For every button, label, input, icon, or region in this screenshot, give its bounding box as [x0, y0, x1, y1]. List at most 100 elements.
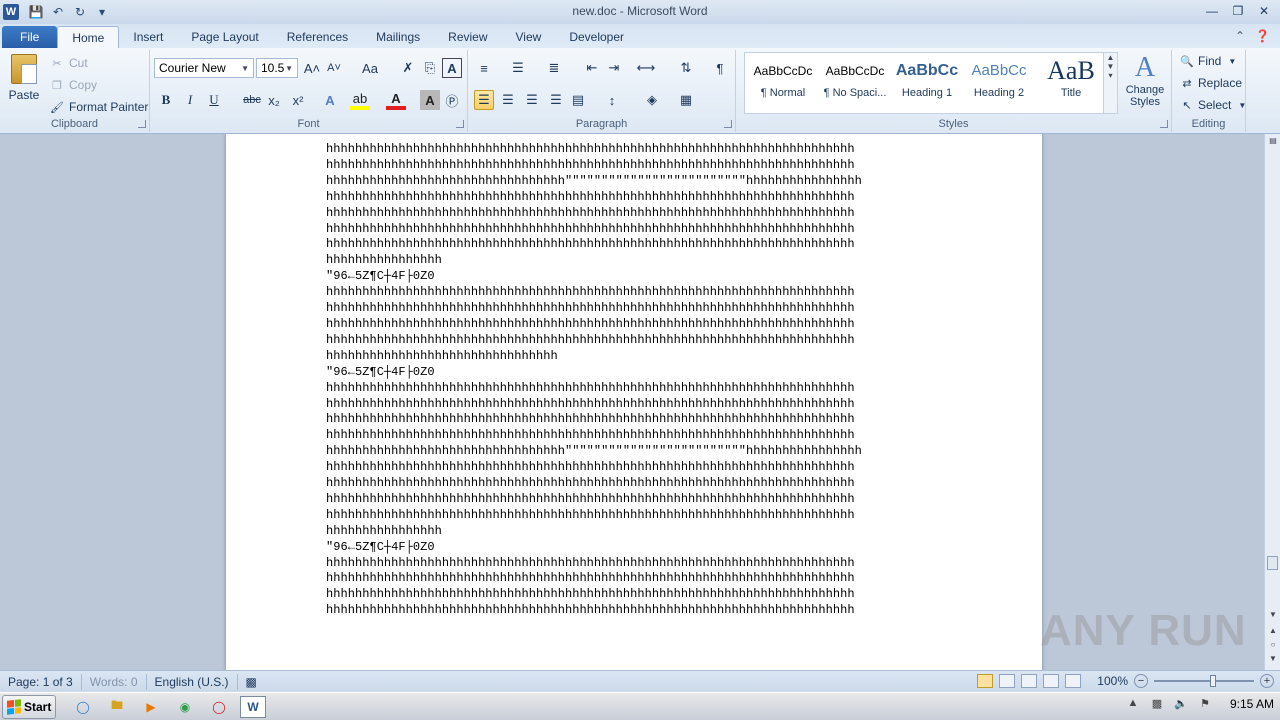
minimize-icon[interactable]: — [1200, 2, 1224, 20]
clipboard-dialog-launcher[interactable] [138, 120, 146, 128]
redo-icon[interactable]: ↻ [71, 3, 89, 21]
increase-indent-icon[interactable]: ⇥ [604, 58, 624, 78]
page-count[interactable]: Page: 1 of 3 [0, 673, 82, 690]
bold-button[interactable]: B [156, 90, 176, 110]
scroll-down-icon[interactable]: ▼ [1267, 610, 1279, 622]
document-line[interactable]: hhhhhhhhhhhhhhhhhhhhhhhhhhhhhhhhhhhhhhhh… [326, 603, 946, 619]
cut-button[interactable]: ✂ Cut [50, 54, 87, 72]
replace-button[interactable]: ⇄ Replace [1180, 74, 1242, 92]
document-line[interactable]: hhhhhhhhhhhhhhhhhhhhhhhhhhhhhhhhhhhhhhhh… [326, 492, 946, 508]
text-effects-icon[interactable]: A [320, 90, 340, 110]
document-line[interactable]: hhhhhhhhhhhhhhhhhhhhhhhhhhhhhhhhhhhhhhhh… [326, 158, 946, 174]
minimize-ribbon-icon[interactable]: ⌃ [1235, 29, 1245, 43]
restore-icon[interactable]: ❐ [1226, 2, 1250, 20]
style-heading-1[interactable]: AaBbCc Heading 1 [891, 55, 963, 111]
document-line[interactable]: hhhhhhhhhhhhhhhhhhhhhhhhhhhhhhhhhhhhhhhh… [326, 397, 946, 413]
customize-icon[interactable]: ▾ [93, 3, 111, 21]
strikethrough-button[interactable]: abc [240, 90, 264, 110]
document-line[interactable]: hhhhhhhhhhhhhhhhhhhhhhhhhhhhhhhhhhhhhhhh… [326, 206, 946, 222]
close-icon[interactable]: ✕ [1252, 2, 1276, 20]
language-indicator[interactable]: English (U.S.) [147, 673, 238, 690]
document-line[interactable]: hhhhhhhhhhhhhhhhhhhhhhhhhhhhhhhh [326, 349, 946, 365]
tab-page-layout[interactable]: Page Layout [177, 26, 272, 48]
document-line[interactable]: hhhhhhhhhhhhhhhhhhhhhhhhhhhhhhhhhhhhhhhh… [326, 237, 946, 253]
scrollbar-thumb[interactable] [1267, 556, 1278, 570]
zoom-out-icon[interactable]: − [1134, 674, 1148, 688]
borders-icon[interactable]: ▦ [676, 90, 696, 110]
zoom-slider-thumb[interactable] [1210, 675, 1216, 687]
document-line[interactable]: hhhhhhhhhhhhhhhhhhhhhhhhhhhhhhhhhhhhhhhh… [326, 428, 946, 444]
document-line[interactable]: "96←5Z¶C┼4F├0Z0 [326, 365, 946, 381]
draft-view-icon[interactable] [1065, 674, 1082, 688]
document-line[interactable]: hhhhhhhhhhhhhhhhhhhhhhhhhhhhhhhhhhhhhhhh… [326, 476, 946, 492]
tab-developer[interactable]: Developer [555, 26, 638, 48]
help-icon[interactable]: ❓ [1255, 29, 1270, 43]
enclose-characters-icon[interactable]: Ⓟ [442, 90, 462, 110]
align-left-icon[interactable]: ☰ [474, 90, 494, 110]
word-app-icon[interactable]: W [3, 4, 19, 20]
paragraph-dialog-launcher[interactable] [724, 120, 732, 128]
shrink-font-button[interactable]: A˅ [324, 58, 344, 78]
document-line[interactable]: hhhhhhhhhhhhhhhhhhhhhhhhhhhhhhhhhhhhhhhh… [326, 571, 946, 587]
word-count[interactable]: Words: 0 [82, 673, 147, 690]
document-line[interactable]: hhhhhhhhhhhhhhhhhhhhhhhhhhhhhhhhh"""""""… [326, 174, 946, 190]
line-spacing-icon[interactable]: ↕ [602, 90, 622, 110]
tab-review[interactable]: Review [434, 26, 501, 48]
macro-record-icon[interactable]: ▩ [238, 674, 265, 690]
document-line[interactable]: hhhhhhhhhhhhhhhhhhhhhhhhhhhhhhhhhhhhhhhh… [326, 381, 946, 397]
distributed-icon[interactable]: ▤ [568, 90, 588, 110]
zoom-slider[interactable] [1154, 674, 1254, 688]
document-line[interactable]: hhhhhhhhhhhhhhhhhhhhhhhhhhhhhhhhhhhhhhhh… [326, 460, 946, 476]
underline-button[interactable]: U [204, 90, 224, 110]
tab-home[interactable]: Home [57, 26, 120, 48]
browse-object-icon[interactable]: ○ [1267, 640, 1279, 652]
justify-icon[interactable]: ☰ [546, 90, 566, 110]
style-heading-2[interactable]: AaBbCc Heading 2 [963, 55, 1035, 111]
zoom-level[interactable]: 100% [1097, 674, 1128, 688]
font-color-icon[interactable]: A [386, 90, 406, 110]
document-line[interactable]: hhhhhhhhhhhhhhhhhhhhhhhhhhhhhhhhhhhhhhhh… [326, 333, 946, 349]
clock[interactable]: 9:15 AM [1230, 697, 1274, 711]
opera-icon[interactable]: ◯ [206, 696, 232, 718]
ruler-toggle-icon[interactable]: ▤ [1267, 136, 1279, 148]
style-title[interactable]: AaB Title [1035, 55, 1107, 111]
styles-dialog-launcher[interactable] [1160, 120, 1168, 128]
show-hidden-icons[interactable]: ▲ [1126, 697, 1140, 711]
italic-button[interactable]: I [180, 90, 200, 110]
web-layout-icon[interactable] [1021, 674, 1038, 688]
find-button[interactable]: 🔍 Find ▼ [1180, 52, 1239, 70]
document-line[interactable]: "96←5Z¶C┼4F├0Z0 [326, 540, 946, 556]
superscript-button[interactable]: x² [288, 90, 308, 110]
text-direction-icon[interactable]: ⟷ [636, 58, 656, 78]
numbering-icon[interactable]: ☰ [508, 58, 528, 78]
highlight-color-icon[interactable]: ab [350, 90, 370, 110]
document-body[interactable]: hhhhhhhhhhhhhhhhhhhhhhhhhhhhhhhh hhhhhhhh… [326, 142, 946, 619]
full-screen-reading-icon[interactable] [999, 674, 1016, 688]
font-dialog-launcher[interactable] [456, 120, 464, 128]
bullets-icon[interactable]: ≡ [474, 58, 494, 78]
document-line[interactable]: "96←5Z¶C┼4F├0Z0 [326, 269, 946, 285]
paste-button[interactable]: Paste [6, 54, 42, 108]
text-highlight-icon[interactable]: ⎘ [420, 58, 440, 78]
decrease-indent-icon[interactable]: ⇤ [582, 58, 602, 78]
style-normal[interactable]: AaBbCcDc ¶ Normal [747, 55, 819, 111]
subscript-button[interactable]: x₂ [264, 90, 284, 110]
font-name-combo[interactable]: Courier New ▼ [154, 58, 254, 78]
tab-insert[interactable]: Insert [119, 26, 177, 48]
document-line[interactable]: hhhhhhhhhhhhhhhhhhhhhhhhhhhhhhhhhhhhhhhh… [326, 556, 946, 572]
undo-icon[interactable]: ↶ [49, 3, 67, 21]
copy-button[interactable]: ❐ Copy [50, 76, 97, 94]
tab-references[interactable]: References [273, 26, 362, 48]
ie-icon[interactable]: ◯ [70, 696, 96, 718]
tab-view[interactable]: View [502, 26, 556, 48]
volume-icon[interactable]: 🔈 [1174, 697, 1188, 711]
format-painter-button[interactable]: 🖌 Format Painter [50, 98, 148, 116]
document-line[interactable]: hhhhhhhhhhhhhhhhhhhhhhhhhhhhhhhhhhhhhhhh… [326, 412, 946, 428]
character-shading-icon[interactable]: A [420, 90, 440, 110]
change-case-button[interactable]: Aa [356, 58, 384, 78]
word-icon[interactable]: W [240, 695, 266, 718]
start-button[interactable]: Start [2, 694, 56, 719]
print-layout-view-icon[interactable] [977, 674, 994, 688]
show-formatting-button[interactable]: ¶ [710, 58, 730, 78]
next-page-icon[interactable]: ▼ [1267, 654, 1279, 666]
